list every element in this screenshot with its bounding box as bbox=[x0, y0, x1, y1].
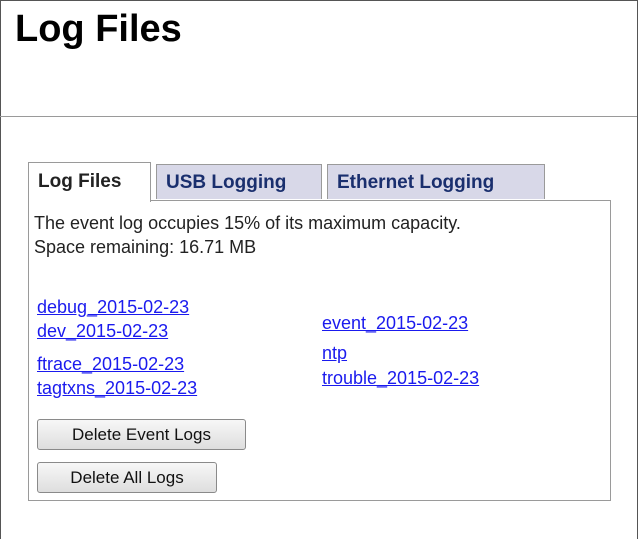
delete-all-logs-button[interactable]: Delete All Logs bbox=[37, 462, 217, 493]
tab-log-files[interactable]: Log Files bbox=[28, 162, 151, 202]
log-link-trouble[interactable]: trouble_2015-02-23 bbox=[322, 368, 479, 389]
log-link-ntp[interactable]: ntp bbox=[322, 343, 347, 364]
log-link-debug[interactable]: debug_2015-02-23 bbox=[37, 297, 189, 318]
delete-event-logs-button[interactable]: Delete Event Logs bbox=[37, 419, 246, 450]
log-link-event[interactable]: event_2015-02-23 bbox=[322, 313, 468, 334]
log-link-ftrace[interactable]: ftrace_2015-02-23 bbox=[37, 354, 184, 375]
page-title: Log Files bbox=[15, 8, 182, 50]
title-divider bbox=[0, 116, 637, 117]
log-link-tagtxns[interactable]: tagtxns_2015-02-23 bbox=[37, 378, 197, 399]
tab-usb-logging[interactable]: USB Logging bbox=[156, 164, 322, 199]
space-remaining-text: Space remaining: 16.71 MB bbox=[34, 237, 257, 257]
log-link-dev[interactable]: dev_2015-02-23 bbox=[37, 321, 168, 342]
tab-ethernet-logging[interactable]: Ethernet Logging bbox=[327, 164, 545, 199]
capacity-status-text: The event log occupies 15% of its maximu… bbox=[34, 213, 461, 233]
